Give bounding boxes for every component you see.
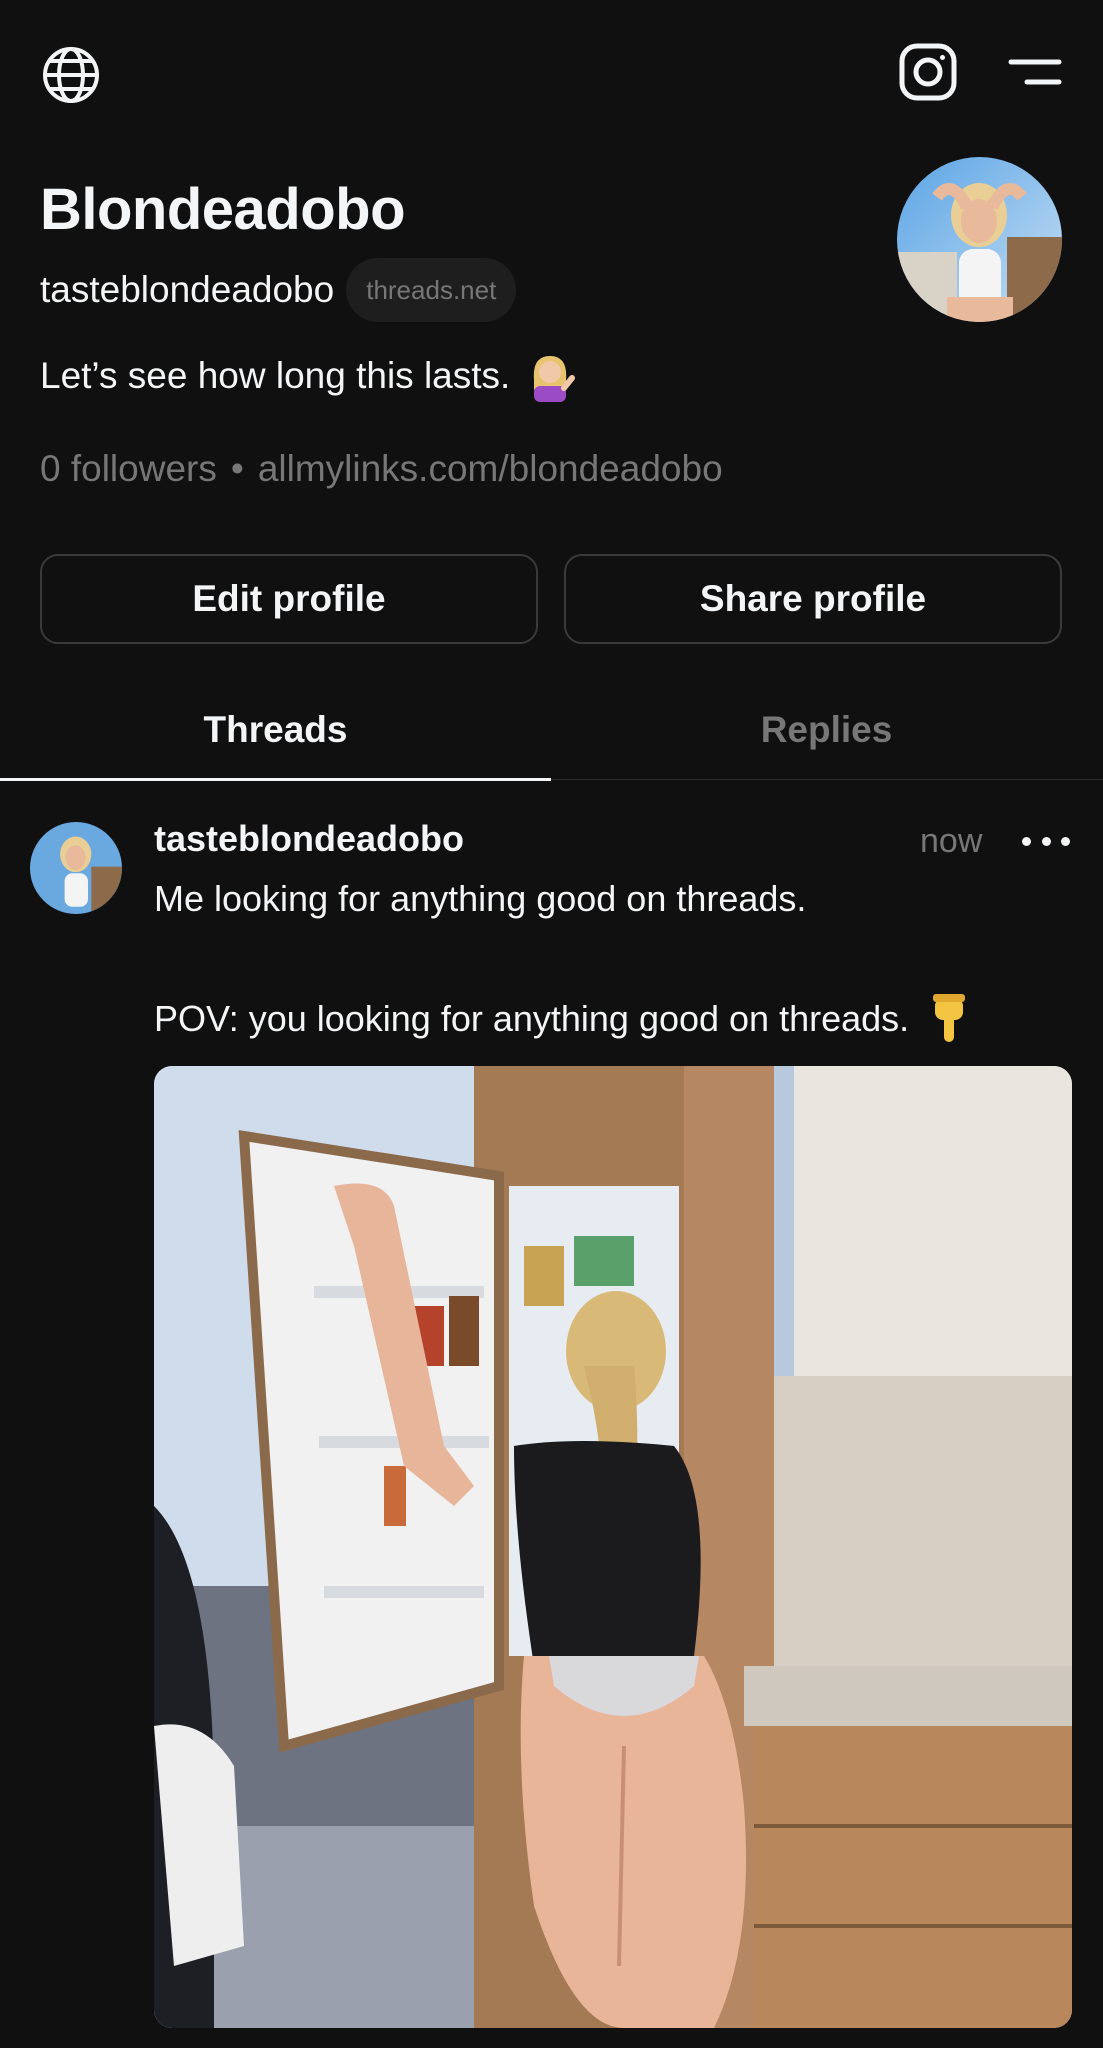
post-text-line1: Me looking for anything good on threads. [154, 878, 807, 919]
profile-link[interactable]: allmylinks.com/blondeadobo [258, 448, 723, 490]
top-bar [0, 0, 1103, 150]
dot [1061, 836, 1070, 846]
post-avatar[interactable] [30, 822, 122, 914]
profile-handle-row: tasteblondeadobo threads.net [40, 258, 517, 322]
active-tab-indicator [0, 778, 551, 781]
profile-username: tasteblondeadobo [40, 269, 335, 310]
globe-icon[interactable] [38, 42, 104, 108]
pointing-down-emoji-icon [927, 994, 971, 1044]
share-profile-button[interactable]: Share profile [564, 554, 1062, 644]
dot [1022, 836, 1031, 846]
instagram-icon[interactable] [896, 40, 960, 104]
more-options-icon[interactable] [1022, 826, 1070, 856]
profile-tabs: Threads Replies [0, 680, 1103, 781]
profile-display-name: Blondeadobo [40, 177, 406, 242]
post-username[interactable]: tasteblondeadobo [154, 818, 464, 860]
followers-count[interactable]: 0 followers [40, 448, 217, 490]
post-image[interactable] [154, 1066, 1072, 2028]
menu-icon[interactable] [1006, 52, 1064, 92]
profile-bio: Let’s see how long this lasts. [40, 350, 576, 402]
edit-profile-button[interactable]: Edit profile [40, 554, 538, 644]
post-text-line2-row: POV: you looking for anything good on th… [154, 994, 971, 1044]
profile-meta: 0 followers • allmylinks.com/blondeadobo [40, 448, 723, 490]
person-tipping-hand-emoji-icon [524, 350, 576, 402]
post-timestamp: now [920, 822, 983, 860]
meta-separator: • [230, 448, 244, 489]
post-text-line2: POV: you looking for anything good on th… [154, 998, 910, 1039]
tab-replies[interactable]: Replies [551, 680, 1102, 780]
profile-avatar[interactable] [897, 157, 1062, 322]
dot [1041, 836, 1051, 846]
threads-domain-chip[interactable]: threads.net [346, 258, 517, 322]
bio-text: Let’s see how long this lasts. [40, 355, 511, 396]
tab-threads[interactable]: Threads [0, 680, 551, 780]
